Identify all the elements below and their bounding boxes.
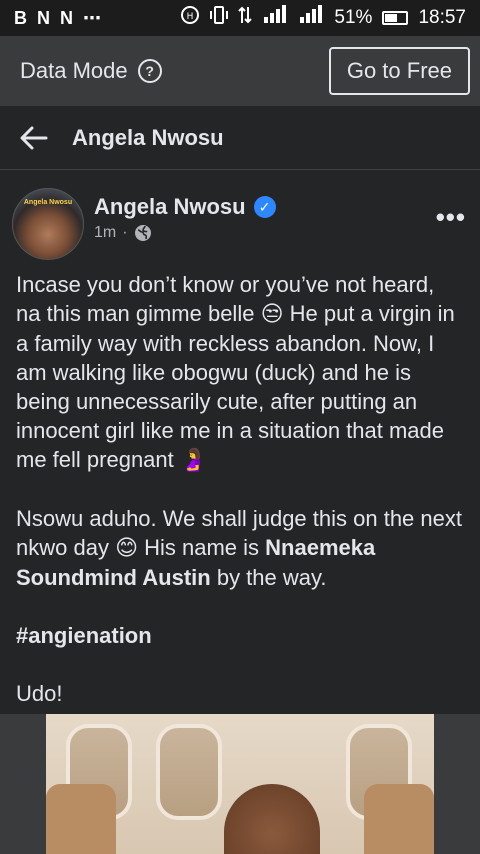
status-right: H 51% 18:57 bbox=[180, 5, 466, 31]
avatar[interactable]: Angela Nwosu bbox=[12, 188, 84, 260]
signal-icon bbox=[262, 5, 288, 31]
signal-icon bbox=[298, 5, 324, 31]
post-closing: Udo! bbox=[16, 681, 63, 706]
status-left-icons: B N N ⋯ bbox=[14, 8, 101, 29]
post-paragraph: Nsowu aduho. We shall judge this on the … bbox=[16, 506, 462, 590]
page-header: Angela Nwosu bbox=[0, 106, 480, 170]
back-arrow-icon[interactable] bbox=[4, 106, 64, 170]
globe-icon bbox=[134, 224, 152, 242]
smiling-emoji-icon: 😊 bbox=[115, 536, 138, 561]
verified-icon: ✓ bbox=[253, 196, 276, 218]
post-time[interactable]: 1m bbox=[94, 224, 116, 242]
more-icon[interactable]: ••• bbox=[436, 202, 466, 233]
author-name[interactable]: Angela Nwosu bbox=[94, 194, 246, 220]
notification-icon: B bbox=[14, 7, 27, 28]
pregnant-emoji-icon: 🤰 bbox=[179, 448, 208, 473]
photo-seat bbox=[46, 784, 116, 854]
photo-seat bbox=[364, 784, 434, 854]
vibrate-icon bbox=[210, 5, 229, 31]
help-icon[interactable]: ? bbox=[137, 59, 162, 83]
page-title: Angela Nwosu bbox=[72, 124, 224, 150]
avatar-logo-text: Angela Nwosu bbox=[23, 199, 73, 206]
post-text: Incase you don’t know or you’ve not hear… bbox=[0, 262, 480, 708]
status-bar: B N N ⋯ H 51% 18:57 bbox=[0, 0, 480, 36]
clock: 18:57 bbox=[418, 7, 466, 28]
svg-text:H: H bbox=[187, 12, 194, 22]
post: Angela Nwosu Angela Nwosu ✓ 1m · ••• Inc… bbox=[0, 182, 480, 737]
unamused-emoji-icon: 😒 bbox=[260, 302, 284, 327]
post-photo-area bbox=[0, 714, 480, 854]
data-mode-label: Data Mode bbox=[20, 58, 128, 83]
go-to-free-button[interactable]: Go to Free bbox=[328, 47, 470, 95]
notification-icon: N bbox=[37, 7, 50, 28]
hashtag-link[interactable]: #angienation bbox=[16, 621, 464, 650]
meta-separator: · bbox=[122, 224, 128, 241]
battery-icon bbox=[382, 11, 409, 25]
post-photo[interactable] bbox=[46, 714, 434, 854]
hotspot-icon: H bbox=[180, 5, 200, 31]
photo-person bbox=[224, 784, 320, 854]
data-transfer-icon bbox=[238, 5, 253, 31]
post-meta: 1m · bbox=[94, 224, 152, 242]
notification-icon: N bbox=[60, 7, 73, 28]
data-mode-bar: Data Mode ? Go to Free bbox=[0, 36, 480, 106]
more-notifications-icon: ⋯ bbox=[83, 7, 101, 28]
photo-window bbox=[156, 724, 222, 820]
post-header: Angela Nwosu Angela Nwosu ✓ 1m · ••• bbox=[0, 182, 480, 262]
data-mode-info[interactable]: Data Mode ? bbox=[20, 58, 162, 84]
post-paragraph: Incase you don’t know or you’ve not hear… bbox=[16, 272, 455, 473]
post-author[interactable]: Angela Nwosu ✓ bbox=[94, 194, 276, 220]
battery-percent: 51% bbox=[334, 7, 373, 28]
